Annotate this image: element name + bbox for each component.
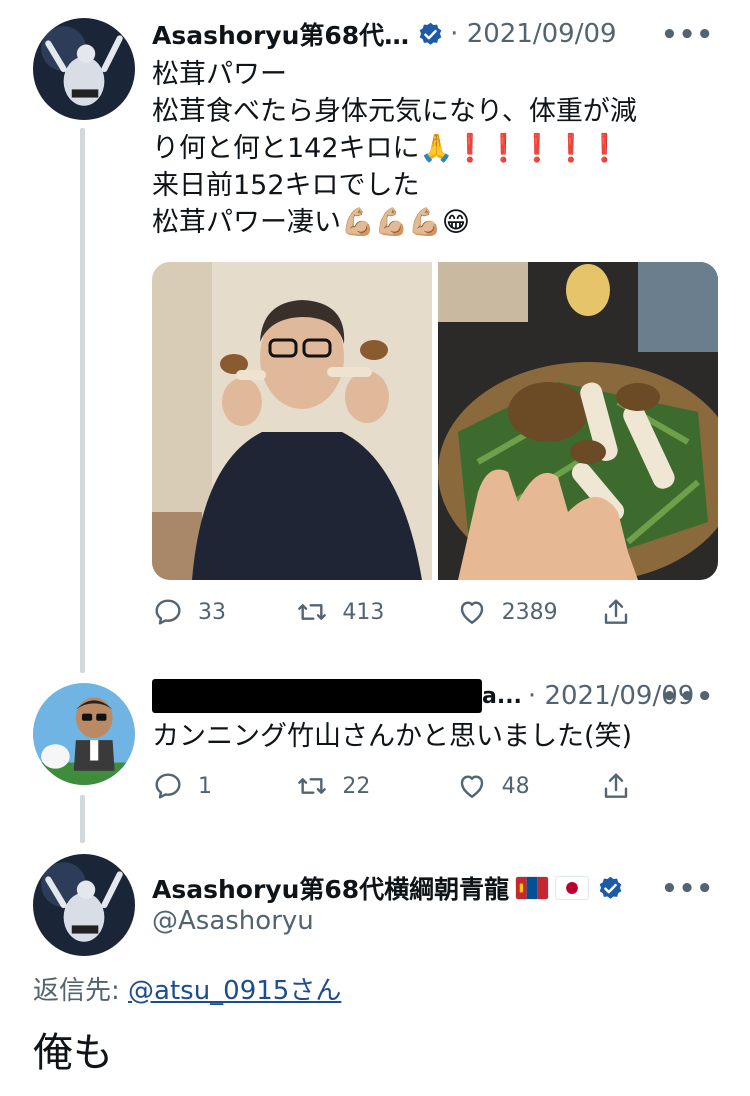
reply-to-prefix: 返信先: [33,976,129,1006]
reply-icon [155,773,181,799]
like-button[interactable]: 48 [456,770,600,802]
tweet-header: Asashoryu第68代… · 2021/09/09 [152,14,617,54]
tweet-date[interactable]: · 2021/09/09 [450,19,616,49]
reply-count: 33 [198,599,226,625]
tweet-text: 松茸パワー 松茸食べたら身体元気になり、体重が減 り何と何と142キロに🙏❗❗❗… [152,56,722,241]
reply-to-mention-link[interactable]: @atsu_0915さん [128,976,341,1006]
retweet-button[interactable]: 22 [296,770,455,802]
tweet-text-line: 来日前152キロでした [152,170,420,201]
retweet-button[interactable]: 413 [296,596,455,628]
retweet-count: 413 [342,599,385,625]
tweet-text-line: り何と何と142キロに🙏❗❗❗❗❗ [152,133,622,164]
verified-badge-icon [419,22,442,45]
share-icon [604,599,628,624]
tweet-text: 俺も [33,1030,113,1076]
tweet-text-line: 松茸食べたら身体元気になり、体重が減 [152,96,637,127]
tweet-text-line: 松茸パワー [152,59,287,90]
tweet-header: a... · 2021/09/09 [152,676,694,716]
reply-count: 1 [198,773,212,799]
avatar[interactable] [33,854,135,956]
reply-button[interactable]: 1 [152,770,296,802]
reply-to-line: 返信先: @atsu_0915さん [33,970,341,1007]
retweet-icon [298,604,327,620]
share-button[interactable] [600,770,632,802]
japan-flag-icon [555,876,590,900]
like-count: 48 [501,773,530,799]
like-count: 2389 [501,599,558,625]
reply-icon [155,599,181,625]
verified-badge-icon [599,876,622,899]
thread-line [80,128,85,673]
thread-line [80,795,85,843]
more-options-icon[interactable]: ••• [661,874,714,904]
heart-icon [460,775,483,798]
photo-mushroom-platter[interactable] [438,262,718,580]
heart-icon [460,601,483,624]
retweet-icon [298,778,327,794]
tweet-text-line: 松茸パワー凄い💪🏼💪🏼💪🏼😁 [152,207,471,238]
user-handle[interactable]: @Asashoryu [152,906,314,936]
retweet-count: 22 [342,773,371,799]
photo-man-with-mushrooms[interactable] [152,262,432,580]
avatar[interactable] [33,683,135,785]
reply-button[interactable]: 33 [152,596,296,628]
tweet-header: Asashoryu第68代横綱朝青龍 [152,868,624,908]
tweet-text: カンニング竹山さんかと思いました(笑) [152,721,633,752]
display-name-suffix: a... [482,683,522,709]
display-name[interactable]: Asashoryu第68代… [152,16,409,52]
avatar[interactable] [33,18,135,120]
more-options-icon[interactable]: ••• [661,20,714,50]
share-icon [604,773,628,798]
media-grid [152,262,718,580]
tweet-actions: 1 22 48 [152,770,632,802]
share-button[interactable] [600,596,632,628]
mongolia-flag-icon [515,876,550,900]
like-button[interactable]: 2389 [456,596,600,628]
display-name[interactable]: Asashoryu第68代横綱朝青龍 [152,870,509,906]
more-options-icon[interactable]: ••• [661,682,714,712]
redacted-name [152,679,482,713]
tweet-actions: 33 413 2389 [152,596,632,628]
